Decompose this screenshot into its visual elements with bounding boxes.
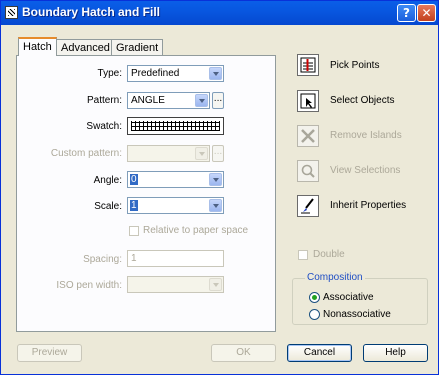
ok-button[interactable]: OK bbox=[211, 344, 276, 362]
tab-advanced[interactable]: Advanced bbox=[56, 39, 115, 56]
select-objects-label[interactable]: Select Objects bbox=[330, 95, 394, 106]
tab-hatch[interactable]: Hatch bbox=[18, 37, 57, 56]
pattern-swatch[interactable] bbox=[127, 117, 224, 135]
chevron-down-icon[interactable] bbox=[209, 278, 222, 291]
composition-title: Composition bbox=[305, 272, 365, 283]
view-selections-label[interactable]: View Selections bbox=[330, 165, 400, 176]
spacing-label: Spacing: bbox=[83, 254, 122, 265]
angle-select[interactable]: 0 bbox=[127, 171, 224, 188]
dialog-window: Boundary Hatch and Fill ? ✕ Hatch Advanc… bbox=[0, 0, 439, 375]
pattern-browse-button[interactable]: ... bbox=[212, 92, 224, 109]
custom-pattern-select[interactable] bbox=[127, 145, 210, 162]
scale-value: 1 bbox=[130, 200, 138, 211]
title-bar[interactable]: Boundary Hatch and Fill ? ✕ bbox=[1, 1, 438, 25]
chevron-down-icon[interactable] bbox=[195, 94, 208, 107]
tab-gradient[interactable]: Gradient bbox=[111, 39, 164, 56]
nonassociative-radio[interactable] bbox=[309, 309, 320, 320]
double-label: Double bbox=[313, 249, 345, 260]
remove-islands-label[interactable]: Remove Islands bbox=[330, 130, 402, 141]
associative-radio[interactable] bbox=[309, 292, 320, 303]
angle-label: Angle: bbox=[93, 175, 122, 186]
title-close-button[interactable]: ✕ bbox=[417, 4, 436, 22]
iso-pen-width-label: ISO pen width: bbox=[56, 280, 122, 291]
hatch-app-icon bbox=[5, 6, 18, 19]
cancel-button[interactable]: Cancel bbox=[287, 344, 352, 362]
scale-label: Scale: bbox=[94, 201, 122, 212]
double-checkbox[interactable] bbox=[298, 250, 308, 260]
pick-points-label[interactable]: Pick Points bbox=[330, 60, 379, 71]
custom-pattern-label: Custom pattern: bbox=[50, 148, 122, 159]
relative-paper-space-checkbox[interactable] bbox=[129, 226, 139, 236]
custom-pattern-browse-button[interactable]: ... bbox=[212, 145, 224, 162]
help-button[interactable]: Help bbox=[363, 344, 428, 362]
remove-islands-icon[interactable] bbox=[297, 125, 319, 147]
iso-pen-width-select[interactable] bbox=[127, 276, 224, 293]
pattern-label: Pattern: bbox=[86, 95, 122, 106]
pattern-value: ANGLE bbox=[131, 95, 165, 106]
dialog-title: Boundary Hatch and Fill bbox=[22, 5, 161, 19]
view-selections-icon[interactable] bbox=[297, 160, 319, 182]
chevron-down-icon[interactable] bbox=[209, 199, 222, 212]
inherit-properties-label[interactable]: Inherit Properties bbox=[330, 200, 406, 211]
preview-button[interactable]: Preview bbox=[17, 344, 82, 362]
select-objects-icon[interactable] bbox=[297, 90, 319, 112]
nonassociative-label[interactable]: Nonassociative bbox=[323, 309, 391, 320]
chevron-down-icon[interactable] bbox=[209, 67, 222, 80]
chevron-down-icon[interactable] bbox=[195, 147, 208, 160]
pattern-select[interactable]: ANGLE bbox=[127, 92, 210, 109]
inherit-properties-icon[interactable] bbox=[297, 195, 319, 217]
type-value: Predefined bbox=[131, 68, 180, 79]
angle-value: 0 bbox=[130, 174, 138, 185]
type-select[interactable]: Predefined bbox=[127, 65, 224, 82]
pick-points-icon[interactable] bbox=[297, 54, 319, 76]
swatch-label: Swatch: bbox=[86, 121, 122, 132]
type-label: Type: bbox=[97, 68, 122, 79]
associative-label[interactable]: Associative bbox=[323, 292, 374, 303]
spacing-input[interactable]: 1 bbox=[127, 250, 224, 267]
title-help-button[interactable]: ? bbox=[397, 4, 416, 22]
relative-paper-space-label: Relative to paper space bbox=[143, 225, 249, 236]
chevron-down-icon[interactable] bbox=[209, 173, 222, 186]
scale-select[interactable]: 1 bbox=[127, 197, 224, 214]
